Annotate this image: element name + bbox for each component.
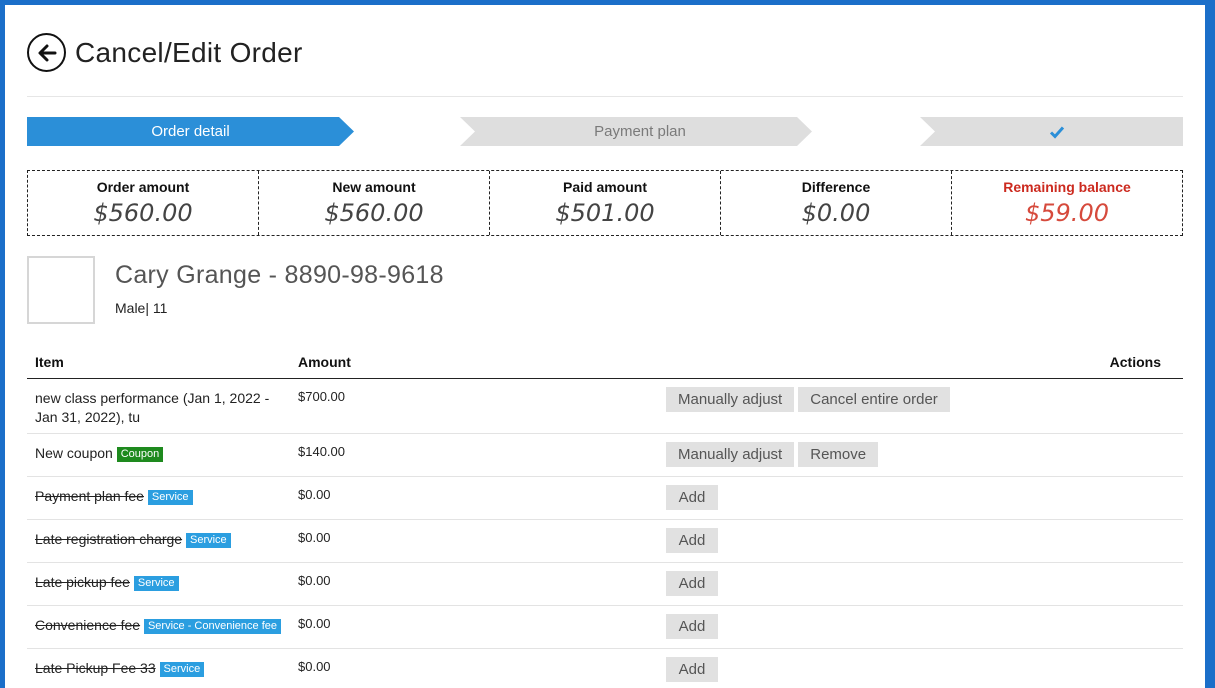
summary-order-amount: Order amount $560.00 xyxy=(28,171,259,235)
order-stepper: Order detail Payment plan xyxy=(27,117,1183,146)
row-actions: Add xyxy=(666,614,718,639)
remove-button[interactable]: Remove xyxy=(798,442,879,467)
summary-value: $560.00 xyxy=(324,199,424,227)
app-window: Cancel/Edit Order Order detail Payment p… xyxy=(5,5,1205,688)
column-header-amount: Amount xyxy=(298,354,351,370)
summary-remaining-balance: Remaining balance $59.00 xyxy=(952,171,1182,235)
coupon-badge: Coupon xyxy=(116,447,164,462)
summary-value: $560.00 xyxy=(93,199,193,227)
service-badge: Service - Convenience fee xyxy=(143,619,281,634)
row-actions: Add xyxy=(666,657,718,682)
manually-adjust-button[interactable]: Manually adjust xyxy=(666,387,795,412)
summary-value: $501.00 xyxy=(555,199,655,227)
manually-adjust-button[interactable]: Manually adjust xyxy=(666,442,795,467)
service-badge: Service xyxy=(147,490,193,505)
item-name: Late pickup fee xyxy=(35,574,130,590)
row-actions: Add xyxy=(666,571,718,596)
summary-label: New amount xyxy=(332,179,416,195)
add-button[interactable]: Add xyxy=(666,657,718,682)
step-confirm[interactable] xyxy=(920,117,1183,146)
table-row: New coupon Coupon $140.00 Manually adjus… xyxy=(27,434,1183,477)
table-row: Late registration charge Service $0.00 A… xyxy=(27,520,1183,563)
row-actions: Add xyxy=(666,485,718,510)
summary-label: Difference xyxy=(801,179,871,195)
summary-label: Remaining balance xyxy=(1003,179,1131,195)
table-row: Payment plan fee Service $0.00 Add xyxy=(27,477,1183,520)
item-cell: Convenience fee Service - Convenience fe… xyxy=(35,616,295,635)
cancel-entire-order-button[interactable]: Cancel entire order xyxy=(798,387,950,412)
step-order-detail[interactable]: Order detail xyxy=(27,117,354,146)
add-button[interactable]: Add xyxy=(666,485,718,510)
table-header: Item Amount Actions xyxy=(27,347,1183,379)
item-cell: Payment plan fee Service xyxy=(35,487,275,506)
row-actions: Manually adjust Cancel entire order xyxy=(666,387,950,412)
column-header-actions: Actions xyxy=(1109,354,1161,370)
item-cell: Late registration charge Service xyxy=(35,530,275,549)
item-amount: $0.00 xyxy=(298,487,331,502)
summary-label: Paid amount xyxy=(562,179,647,195)
item-amount: $0.00 xyxy=(298,530,331,545)
page-title: Cancel/Edit Order xyxy=(75,36,303,68)
item-amount: $0.00 xyxy=(298,659,331,674)
order-items-table: Item Amount Actions new class performanc… xyxy=(27,347,1183,688)
arrow-left-circle-icon[interactable] xyxy=(27,33,66,72)
item-name: New coupon xyxy=(35,445,113,461)
page-header: Cancel/Edit Order xyxy=(27,33,303,72)
table-row: Late Pickup Fee 33 Service $0.00 Add xyxy=(27,649,1183,688)
service-badge: Service xyxy=(159,662,205,677)
column-header-item: Item xyxy=(35,354,64,370)
table-row: new class performance (Jan 1, 2022 - Jan… xyxy=(27,379,1183,434)
summary-value: $59.00 xyxy=(1025,199,1109,227)
header-divider xyxy=(27,96,1183,97)
add-button[interactable]: Add xyxy=(666,571,718,596)
add-button[interactable]: Add xyxy=(666,528,718,553)
item-cell: New coupon Coupon xyxy=(35,444,275,463)
step-payment-plan[interactable]: Payment plan xyxy=(460,117,812,146)
summary-difference: Difference $0.00 xyxy=(721,171,952,235)
summary-new-amount: New amount $560.00 xyxy=(259,171,490,235)
item-name: Convenience fee xyxy=(35,617,141,633)
step-label: Payment plan xyxy=(594,123,686,140)
item-amount: $700.00 xyxy=(298,389,345,404)
customer-name: Cary Grange - 8890-98-9618 xyxy=(115,261,444,289)
summary-paid-amount: Paid amount $501.00 xyxy=(490,171,721,235)
table-row: Convenience fee Service - Convenience fe… xyxy=(27,606,1183,649)
item-amount: $0.00 xyxy=(298,616,331,631)
row-actions: Manually adjust Remove xyxy=(666,442,879,467)
item-name: Late Pickup Fee 33 xyxy=(35,660,156,676)
item-name: new class performance (Jan 1, 2022 - Jan… xyxy=(35,390,270,425)
item-cell: Late Pickup Fee 33 Service xyxy=(35,659,275,678)
service-badge: Service xyxy=(185,533,231,548)
item-name: Late registration charge xyxy=(35,531,183,547)
item-amount: $140.00 xyxy=(298,444,345,459)
customer-meta: Male| 11 xyxy=(115,300,168,316)
service-badge: Service xyxy=(133,576,179,591)
item-name: Payment plan fee xyxy=(35,488,144,504)
row-actions: Add xyxy=(666,528,718,553)
step-label: Order detail xyxy=(151,123,230,140)
summary-value: $0.00 xyxy=(801,199,871,227)
item-cell: Late pickup fee Service xyxy=(35,573,275,592)
avatar xyxy=(27,256,95,324)
order-summary: Order amount $560.00 New amount $560.00 … xyxy=(27,170,1183,236)
checkmark-icon xyxy=(1049,126,1064,139)
table-row: Late pickup fee Service $0.00 Add xyxy=(27,563,1183,606)
add-button[interactable]: Add xyxy=(666,614,718,639)
summary-label: Order amount xyxy=(96,179,190,195)
item-amount: $0.00 xyxy=(298,573,331,588)
